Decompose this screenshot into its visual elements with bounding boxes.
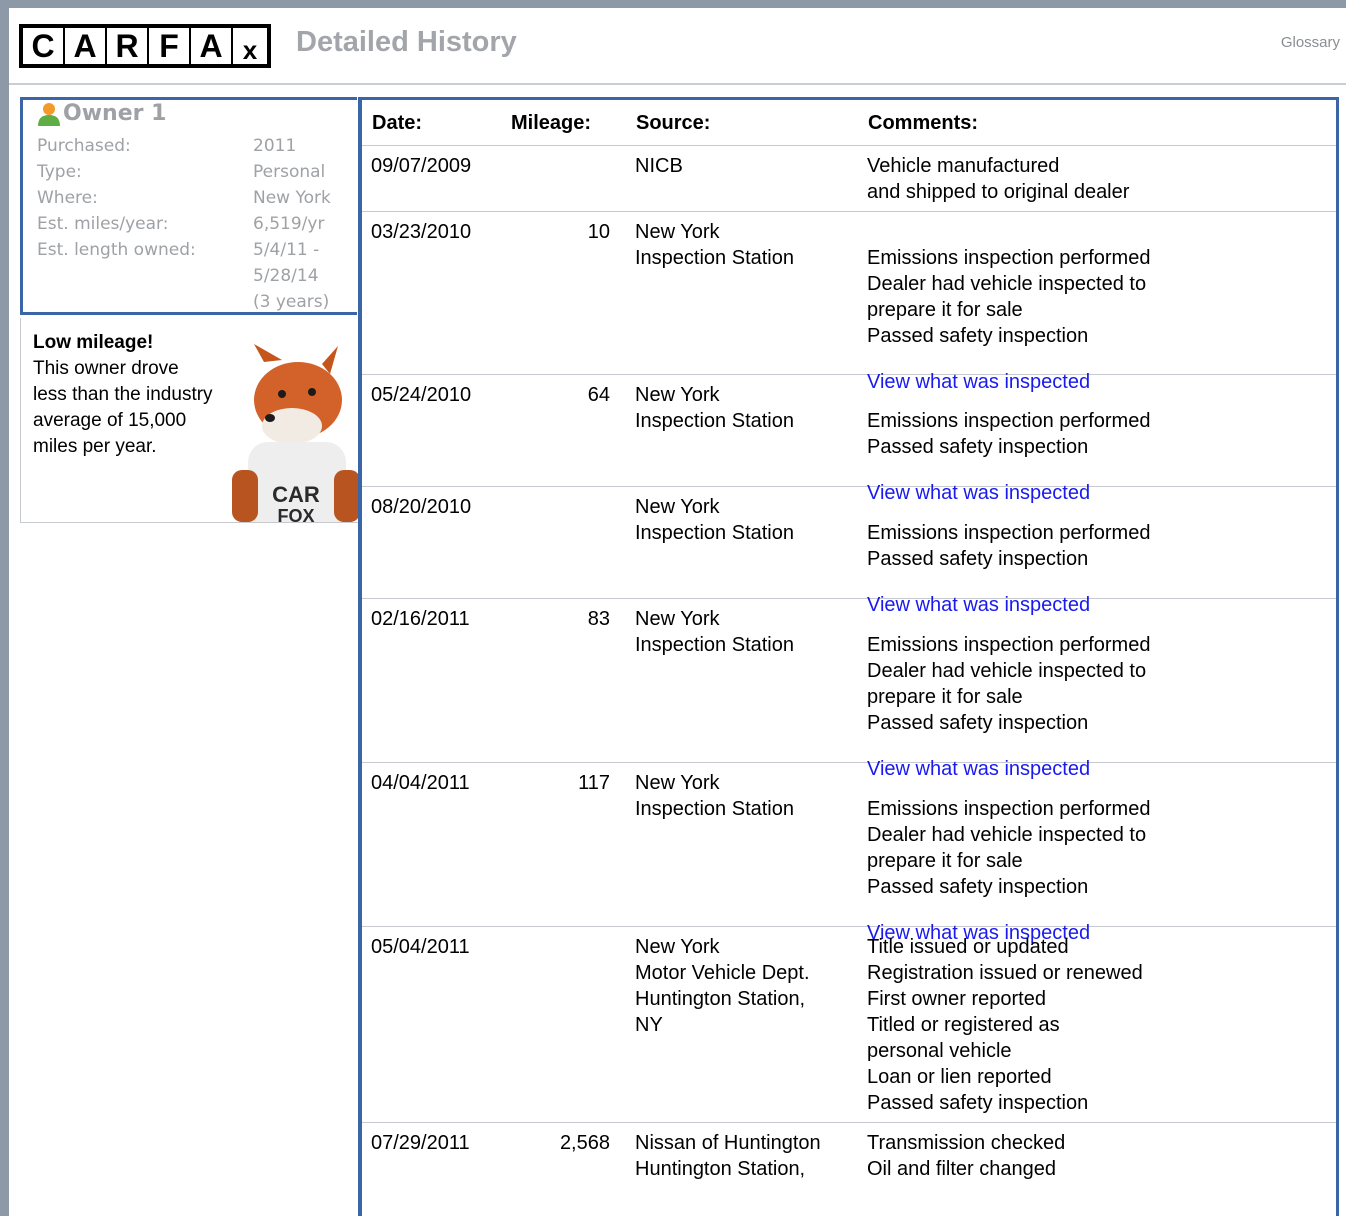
row-date: 02/16/2011	[371, 608, 470, 630]
header-comments: Comments:	[868, 112, 979, 134]
owner-field-value: 6,519/yr	[253, 214, 325, 234]
page-header: C A R F A x Detailed History Glossary	[9, 8, 1346, 85]
row-comments: Emissions inspection performed Passed sa…	[867, 522, 1151, 570]
table-row: 05/24/2010 64 New York Inspection Statio…	[362, 374, 1336, 504]
logo-letter: A	[65, 28, 105, 64]
owner-field-value: Personal	[253, 162, 326, 182]
tip-text: Low mileage! This owner drove less than …	[33, 330, 213, 460]
top-border	[0, 0, 1346, 8]
tip-body: This owner drove less than the industry …	[33, 358, 213, 457]
row-date: 07/29/2011	[371, 1132, 470, 1154]
owner-summary: Owner 1 Purchased: 2011 Type: Personal W…	[20, 97, 357, 315]
row-mileage: 2,568	[559, 1132, 610, 1154]
owner-field-label: Where:	[37, 188, 98, 208]
owner-header: Owner 1	[37, 101, 166, 126]
row-source: New York Inspection Station	[635, 384, 794, 432]
left-border	[0, 0, 9, 1216]
row-date: 05/04/2011	[371, 936, 470, 958]
row-comments: Vehicle manufactured and shipped to orig…	[867, 155, 1130, 203]
table-row: 09/07/2009 NICB Vehicle manufactured and…	[362, 145, 1336, 212]
table-row: 03/23/2010 10 New York Inspection Statio…	[362, 211, 1336, 393]
owner-title: Owner 1	[63, 101, 167, 126]
owner-field-value: 2011	[253, 136, 297, 156]
carfox-mascot-icon: CAR FOX	[232, 344, 358, 523]
header-date: Date:	[372, 112, 423, 134]
row-date: 03/23/2010	[371, 221, 472, 243]
logo-letter: x	[233, 28, 267, 64]
row-source: New York Inspection Station	[635, 221, 794, 269]
table-row: 07/29/2011 2,568 Nissan of Huntington Hu…	[362, 1122, 1336, 1219]
fox-shirt-text: CAR	[272, 482, 320, 507]
owner-field-value: New York	[253, 188, 331, 208]
row-date: 04/04/2011	[371, 772, 470, 794]
row-source: New York Inspection Station	[635, 496, 794, 544]
table-row: 04/04/2011 117 New York Inspection Stati…	[362, 762, 1336, 944]
row-source: NICB	[635, 155, 683, 177]
owner-field-value: 5/4/11 - 5/28/14 (3 years)	[253, 240, 330, 312]
table-row: 05/04/2011 New York Motor Vehicle Dept. …	[362, 926, 1336, 1123]
row-mileage: 83	[587, 608, 610, 630]
logo-letter: C	[23, 28, 63, 64]
row-source: New York Inspection Station	[635, 608, 794, 656]
row-source: New York Inspection Station	[635, 772, 794, 820]
row-source: New York Motor Vehicle Dept. Huntington …	[635, 936, 810, 1036]
table-row: 08/20/2010 New York Inspection Station E…	[362, 486, 1336, 616]
owner-field-label: Est. length owned:	[37, 240, 196, 260]
row-mileage: 10	[587, 221, 610, 243]
history-table: Date: Mileage: Source: Comments: 09/07/2…	[362, 97, 1339, 1216]
row-source: Nissan of Huntington Huntington Station,	[635, 1132, 821, 1180]
owner-field-label: Type:	[37, 162, 82, 182]
carfax-logo: C A R F A x	[19, 24, 271, 68]
row-comments: Transmission checked Oil and filter chan…	[867, 1132, 1066, 1180]
table-header: Date: Mileage: Source: Comments:	[362, 100, 1336, 146]
table-row: 02/16/2011 83 New York Inspection Statio…	[362, 598, 1336, 780]
owner-field-label: Purchased:	[37, 136, 131, 156]
glossary-link[interactable]: Glossary	[1281, 34, 1340, 51]
tip-heading: Low mileage!	[33, 332, 154, 353]
row-mileage: 64	[587, 384, 610, 406]
row-date: 09/07/2009	[371, 155, 472, 177]
page-title: Detailed History	[296, 26, 517, 58]
owner-field-label: Est. miles/year:	[37, 214, 169, 234]
row-comments: Emissions inspection performed Dealer ha…	[867, 798, 1151, 898]
low-mileage-tip: Low mileage! This owner drove less than …	[20, 318, 359, 523]
logo-letter: R	[107, 28, 147, 64]
logo-letter: F	[149, 28, 189, 64]
row-mileage: 117	[578, 772, 610, 794]
logo-letter: A	[191, 28, 231, 64]
header-source: Source:	[636, 112, 711, 134]
row-comments: Emissions inspection performed Passed sa…	[867, 410, 1151, 458]
header-mileage: Mileage:	[511, 112, 592, 134]
row-comments: Title issued or updated Registration iss…	[867, 936, 1143, 1114]
row-date: 08/20/2010	[371, 496, 472, 518]
person-icon	[38, 102, 60, 126]
fox-shirt-text: FOX	[277, 506, 314, 523]
row-date: 05/24/2010	[371, 384, 472, 406]
row-comments: Emissions inspection performed Dealer ha…	[867, 634, 1151, 734]
row-comments: Emissions inspection performed Dealer ha…	[867, 247, 1151, 347]
